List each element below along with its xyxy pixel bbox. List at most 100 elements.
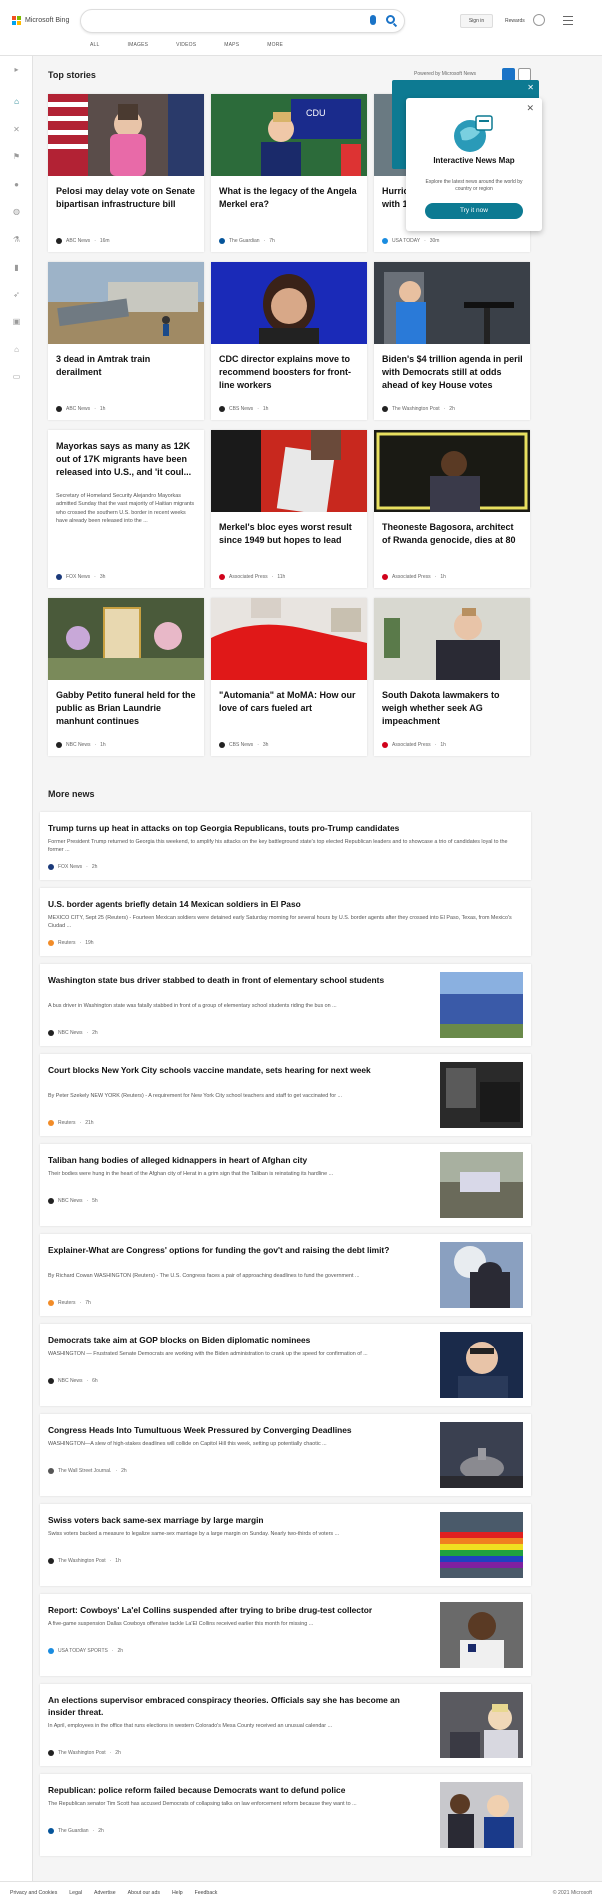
story-card[interactable]: CDC director explains move to recommend … — [211, 262, 367, 420]
story-card[interactable]: South Dakota lawmakers to weigh whether … — [374, 598, 530, 756]
tab-all[interactable]: ALL — [90, 42, 100, 48]
story-card[interactable]: CDU What is the legacy of the Angela Mer… — [211, 94, 367, 252]
story-title[interactable]: 3 dead in Amtrak train derailment — [56, 353, 198, 379]
politics-icon[interactable]: ⌂ — [12, 346, 21, 354]
home-icon[interactable]: ⌂ — [12, 98, 21, 106]
popup-description: Explore the latest news around the world… — [425, 179, 523, 192]
news-item[interactable]: Congress Heads Into Tumultuous Week Pres… — [40, 1414, 531, 1496]
sign-in-button[interactable]: Sign in — [460, 14, 493, 28]
source-logo-icon — [48, 1648, 54, 1654]
news-item[interactable]: An elections supervisor embraced conspir… — [40, 1684, 531, 1766]
try-it-now-button[interactable]: Try it now — [425, 203, 523, 219]
news-item[interactable]: Swiss voters back same-sex marriage by l… — [40, 1504, 531, 1586]
science-icon[interactable]: ⚗ — [12, 236, 21, 244]
business-icon[interactable]: ▮ — [12, 264, 21, 272]
sports-icon[interactable]: ✕ — [12, 126, 21, 134]
feedback-link[interactable]: Feedback — [195, 1890, 218, 1896]
close-popup-icon[interactable]: ✕ — [526, 103, 534, 114]
source-logo-icon — [48, 1030, 54, 1036]
news-source: NBC News · 6h — [48, 1378, 98, 1384]
source-logo-icon — [219, 742, 225, 748]
news-description: By Peter Szekely NEW YORK (Reuters) - A … — [48, 1093, 343, 1099]
news-item[interactable]: Washington state bus driver stabbed to d… — [40, 964, 531, 1046]
story-card[interactable]: Biden's $4 trillion agenda in peril with… — [374, 262, 530, 420]
news-source: The Wall Street Journal. · 2h — [48, 1468, 127, 1474]
story-image: CDU — [211, 94, 367, 176]
news-title[interactable]: Swiss voters back same-sex marriage by l… — [48, 1514, 428, 1526]
search-icon[interactable] — [386, 15, 395, 24]
story-title[interactable]: "Automania" at MoMA: How our love of car… — [219, 689, 361, 715]
story-title[interactable]: South Dakota lawmakers to weigh whether … — [382, 689, 524, 728]
about-ads-link[interactable]: About our ads — [128, 1890, 160, 1896]
news-item[interactable]: Taliban hang bodies of alleged kidnapper… — [40, 1144, 531, 1226]
rewards-medal-icon[interactable] — [533, 14, 545, 26]
rocket-icon[interactable]: ➶ — [12, 291, 21, 299]
news-title[interactable]: Republican: police reform failed because… — [48, 1784, 428, 1796]
bing-logo[interactable]: Microsoft Bing — [12, 16, 69, 25]
story-card[interactable]: Merkel's bloc eyes worst result since 19… — [211, 430, 367, 588]
news-title[interactable]: Washington state bus driver stabbed to d… — [48, 974, 428, 986]
story-title[interactable]: Gabby Petito funeral held for the public… — [56, 689, 198, 728]
news-title[interactable]: An elections supervisor embraced conspir… — [48, 1694, 428, 1718]
story-card[interactable]: Gabby Petito funeral held for the public… — [48, 598, 204, 756]
story-title[interactable]: Pelosi may delay vote on Senate bipartis… — [56, 185, 198, 211]
news-title[interactable]: Congress Heads Into Tumultuous Week Pres… — [48, 1424, 428, 1436]
tab-images[interactable]: IMAGES — [128, 42, 149, 48]
news-source: The Washington Post · 2h — [48, 1750, 121, 1756]
close-banner-icon[interactable]: ✕ — [527, 83, 534, 92]
news-title[interactable]: Taliban hang bodies of alleged kidnapper… — [48, 1154, 428, 1166]
news-title[interactable]: Trump turns up heat in attacks on top Ge… — [48, 822, 518, 834]
chevron-right-icon[interactable]: ▸ — [12, 66, 21, 74]
story-title[interactable]: CDC director explains move to recommend … — [219, 353, 361, 392]
news-title[interactable]: Democrats take aim at GOP blocks on Bide… — [48, 1334, 428, 1346]
story-image — [211, 262, 367, 344]
news-item[interactable]: Republican: police reform failed because… — [40, 1774, 531, 1856]
rewards-link[interactable]: Rewards — [505, 18, 525, 24]
legal-link[interactable]: Legal — [69, 1890, 82, 1896]
news-item[interactable]: Report: Cowboys' La'el Collins suspended… — [40, 1594, 531, 1676]
story-image — [374, 262, 530, 344]
tab-more[interactable]: MORE — [267, 42, 283, 48]
story-title[interactable]: Mayorkas says as many as 12K out of 17K … — [56, 440, 198, 479]
news-description: By Richard Cowan WASHINGTON (Reuters) - … — [48, 1273, 360, 1279]
story-card[interactable]: 3 dead in Amtrak train derailment ABC Ne… — [48, 262, 204, 420]
microphone-icon[interactable] — [370, 15, 376, 25]
microsoft-logo-icon — [12, 16, 21, 25]
tab-videos[interactable]: VIDEOS — [176, 42, 196, 48]
flag-icon[interactable]: ⚑ — [12, 153, 21, 161]
search-input[interactable] — [80, 9, 405, 33]
money-icon[interactable]: ▭ — [12, 373, 21, 381]
story-title[interactable]: Theoneste Bagosora, architect of Rwanda … — [382, 521, 524, 547]
story-image — [211, 598, 367, 680]
news-item[interactable]: Democrats take aim at GOP blocks on Bide… — [40, 1324, 531, 1406]
location-icon[interactable]: ● — [12, 181, 21, 189]
news-source: Reuters · 21h — [48, 1120, 94, 1126]
news-title[interactable]: U.S. border agents briefly detain 14 Mex… — [48, 898, 518, 910]
news-title[interactable]: Report: Cowboys' La'el Collins suspended… — [48, 1604, 428, 1616]
help-link[interactable]: Help — [172, 1890, 183, 1896]
news-item[interactable]: Explainer-What are Congress' options for… — [40, 1234, 531, 1316]
world-icon[interactable]: ◍ — [12, 208, 21, 216]
story-title[interactable]: Biden's $4 trillion agenda in peril with… — [382, 353, 524, 392]
hamburger-menu-icon[interactable] — [563, 16, 573, 28]
news-title[interactable]: Court blocks New York City schools vacci… — [48, 1064, 428, 1076]
story-image — [48, 262, 204, 344]
story-card[interactable]: Theoneste Bagosora, architect of Rwanda … — [374, 430, 530, 588]
advertise-link[interactable]: Advertise — [94, 1890, 116, 1896]
story-title[interactable]: What is the legacy of the Angela Merkel … — [219, 185, 361, 211]
news-description: WASHINGTON—A slew of high-stakes deadlin… — [48, 1441, 327, 1447]
entertainment-icon[interactable]: ▣ — [12, 318, 21, 326]
news-thumbnail — [440, 1512, 523, 1578]
story-card[interactable]: "Automania" at MoMA: How our love of car… — [211, 598, 367, 756]
news-title[interactable]: Explainer-What are Congress' options for… — [48, 1244, 428, 1256]
story-source: FOX News · 3h — [56, 574, 105, 580]
story-card[interactable]: Mayorkas says as many as 12K out of 17K … — [48, 430, 204, 588]
news-item[interactable]: U.S. border agents briefly detain 14 Mex… — [40, 888, 531, 956]
news-item[interactable]: Trump turns up heat in attacks on top Ge… — [40, 812, 531, 880]
story-source: NBC News · 1h — [56, 742, 106, 748]
tab-maps[interactable]: MAPS — [224, 42, 239, 48]
story-title[interactable]: Merkel's bloc eyes worst result since 19… — [219, 521, 361, 547]
privacy-link[interactable]: Privacy and Cookies — [10, 1890, 57, 1896]
news-item[interactable]: Court blocks New York City schools vacci… — [40, 1054, 531, 1136]
story-card[interactable]: Pelosi may delay vote on Senate bipartis… — [48, 94, 204, 252]
